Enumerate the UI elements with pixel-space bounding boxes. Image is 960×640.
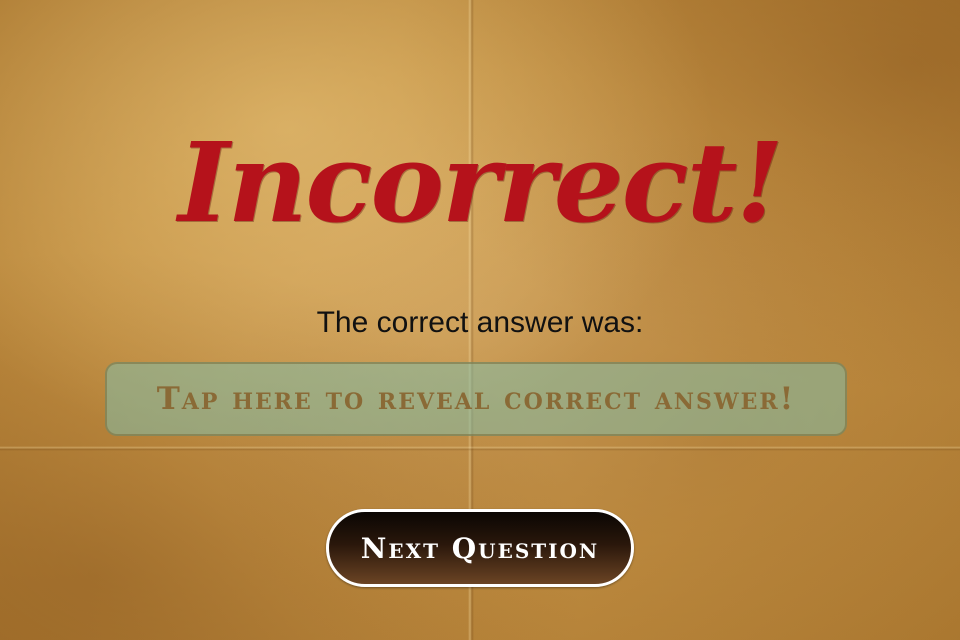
next-question-button[interactable]: Next Question (326, 509, 634, 587)
reveal-answer-label: Tap here to reveal correct answer! (156, 381, 796, 417)
correct-answer-prompt: The correct answer was: (316, 306, 644, 339)
result-title: Incorrect! (178, 118, 784, 247)
next-question-label: Next Question (360, 531, 600, 565)
reveal-answer-button[interactable]: Tap here to reveal correct answer! (105, 362, 847, 436)
paper-fold-horizontal (0, 446, 960, 451)
